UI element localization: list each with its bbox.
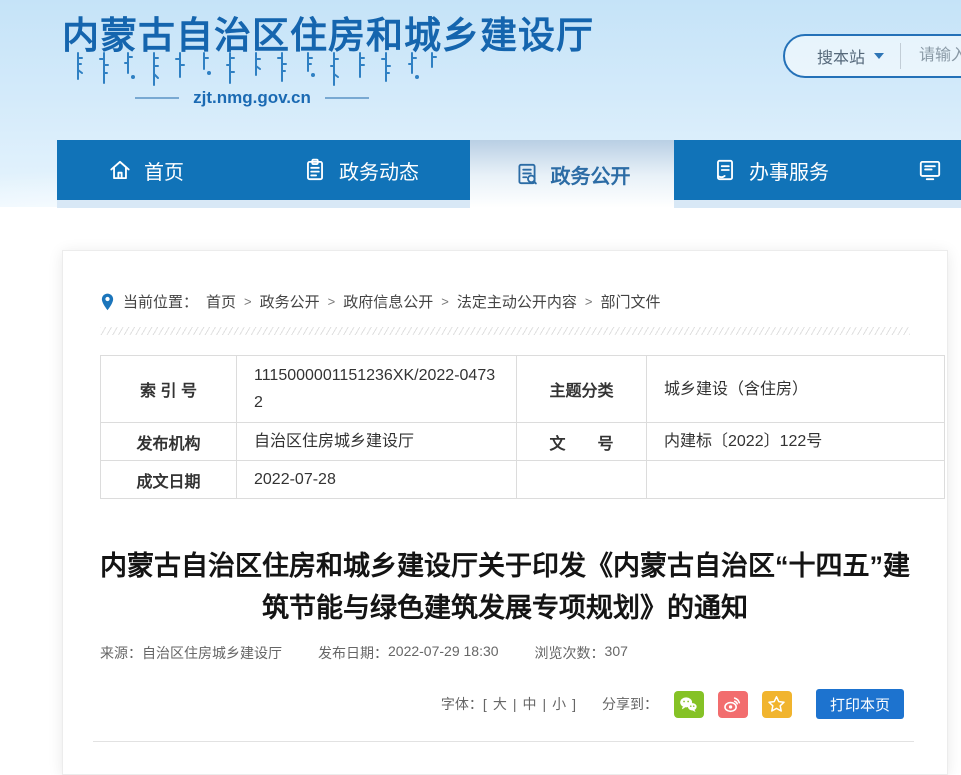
breadcrumb-item-disclosure[interactable]: 政务公开: [260, 291, 320, 312]
main-nav: 首页 政务动态 政务公开 办事服务: [57, 140, 961, 200]
breadcrumb-separator: >: [328, 294, 336, 309]
source-label: 来源：: [100, 643, 142, 663]
site-domain: zjt.nmg.gov.cn: [193, 88, 311, 108]
article-meta: 来源： 自治区住房城乡建设厅 发布日期： 2022-07-29 18:30 浏览…: [100, 643, 910, 663]
monitor-icon: [917, 157, 943, 183]
home-icon: [107, 157, 133, 183]
empty-cell: [647, 461, 945, 499]
empty-cell: [517, 461, 647, 499]
share-favorite-button[interactable]: [762, 691, 792, 718]
breadcrumb-item-gov-info[interactable]: 政府信息公开: [343, 291, 433, 312]
clipboard-icon: [302, 157, 328, 183]
source-value: 自治区住房城乡建设厅: [142, 643, 282, 663]
date-value: 2022-07-28: [237, 461, 517, 499]
doc-service-icon: [712, 157, 738, 183]
table-row: 索 引 号 1115000001151236XK/2022-04732 主题分类…: [101, 356, 945, 423]
nav-item-disclosure-active[interactable]: 政务公开: [470, 140, 674, 208]
font-size-small-button[interactable]: 小: [552, 694, 566, 714]
caret-down-icon[interactable]: [874, 53, 884, 59]
divider-line: [135, 97, 179, 99]
article-title: 内蒙古自治区住房和城乡建设厅关于印发《内蒙古自治区“十四五”建筑节能与绿色建筑发…: [100, 545, 910, 629]
map-pin-icon: [100, 292, 115, 312]
star-icon: [766, 694, 787, 715]
font-control-prefix: 字体：[: [441, 694, 487, 714]
article-source: 来源： 自治区住房城乡建设厅: [100, 643, 282, 663]
docno-value: 内建标〔2022〕122号: [647, 423, 945, 461]
search-scope-select[interactable]: 搜本站: [817, 44, 865, 68]
mongolian-script: [70, 50, 440, 88]
section-divider: [93, 741, 914, 742]
divider-line: [900, 43, 901, 69]
share-label: 分享到：: [602, 694, 658, 714]
wechat-icon: [678, 694, 699, 715]
font-size-medium-button[interactable]: 中: [522, 694, 536, 714]
table-row: 成文日期 2022-07-28: [101, 461, 945, 499]
breadcrumb-prefix: 当前位置：: [123, 291, 198, 312]
breadcrumb-separator: >: [585, 294, 593, 309]
agency-value: 自治区住房城乡建设厅: [237, 423, 517, 461]
nav-item-news[interactable]: 政务动态: [302, 140, 419, 200]
search-box[interactable]: 搜本站: [783, 34, 961, 78]
index-value: 1115000001151236XK/2022-04732: [237, 356, 517, 423]
breadcrumb-separator: >: [244, 294, 252, 309]
nav-item-label: 政务公开: [551, 160, 631, 189]
content-panel: 当前位置： 首页 > 政务公开 > 政府信息公开 > 法定主动公开内容 > 部门…: [62, 250, 948, 775]
article-controls: 字体：[ 大 | 中 | 小 ] 分享到：: [100, 689, 910, 719]
views-value: 307: [605, 643, 628, 663]
pubdate-label: 发布日期：: [318, 643, 388, 663]
site-domain-row: zjt.nmg.gov.cn: [62, 88, 442, 108]
views-label: 浏览次数：: [535, 643, 605, 663]
breadcrumb-item-home[interactable]: 首页: [206, 291, 236, 312]
font-control-separator: |: [513, 696, 517, 712]
share-weibo-button[interactable]: [718, 691, 748, 718]
article-views: 浏览次数： 307: [535, 643, 628, 663]
topic-value: 城乡建设（含住房）: [647, 356, 945, 423]
divider-line: [325, 97, 369, 99]
font-size-large-button[interactable]: 大: [493, 694, 507, 714]
breadcrumb-item-statutory[interactable]: 法定主动公开内容: [457, 291, 577, 312]
breadcrumb-separator: >: [441, 294, 449, 309]
article-pubdate: 发布日期： 2022-07-29 18:30: [318, 643, 499, 663]
font-control-separator: |: [542, 696, 546, 712]
share-wechat-button[interactable]: [674, 691, 704, 718]
weibo-icon: [722, 694, 743, 715]
nav-item-home[interactable]: 首页: [107, 140, 184, 200]
table-row: 发布机构 自治区住房城乡建设厅 文 号 内建标〔2022〕122号: [101, 423, 945, 461]
font-control-suffix: ]: [572, 696, 576, 712]
index-label: 索 引 号: [101, 356, 237, 423]
pubdate-value: 2022-07-29 18:30: [388, 643, 499, 663]
nav-item-label: 政务动态: [339, 156, 419, 185]
nav-item-label: 办事服务: [749, 156, 829, 185]
hatched-divider: [100, 327, 910, 335]
breadcrumb-item-dept-docs[interactable]: 部门文件: [600, 291, 660, 312]
date-label: 成文日期: [101, 461, 237, 499]
doc-search-icon: [514, 161, 540, 187]
nav-item-interaction[interactable]: [917, 140, 954, 200]
nav-item-label: 首页: [144, 156, 184, 185]
doc-info-table: 索 引 号 1115000001151236XK/2022-04732 主题分类…: [100, 355, 945, 499]
search-input[interactable]: [917, 46, 961, 66]
docno-label: 文 号: [517, 423, 647, 461]
font-size-control: 字体：[ 大 | 中 | 小 ]: [441, 694, 576, 714]
nav-item-services[interactable]: 办事服务: [712, 140, 829, 200]
agency-label: 发布机构: [101, 423, 237, 461]
print-page-button[interactable]: 打印本页: [816, 689, 904, 719]
topic-label: 主题分类: [517, 356, 647, 423]
breadcrumb: 当前位置： 首页 > 政务公开 > 政府信息公开 > 法定主动公开内容 > 部门…: [100, 291, 910, 312]
